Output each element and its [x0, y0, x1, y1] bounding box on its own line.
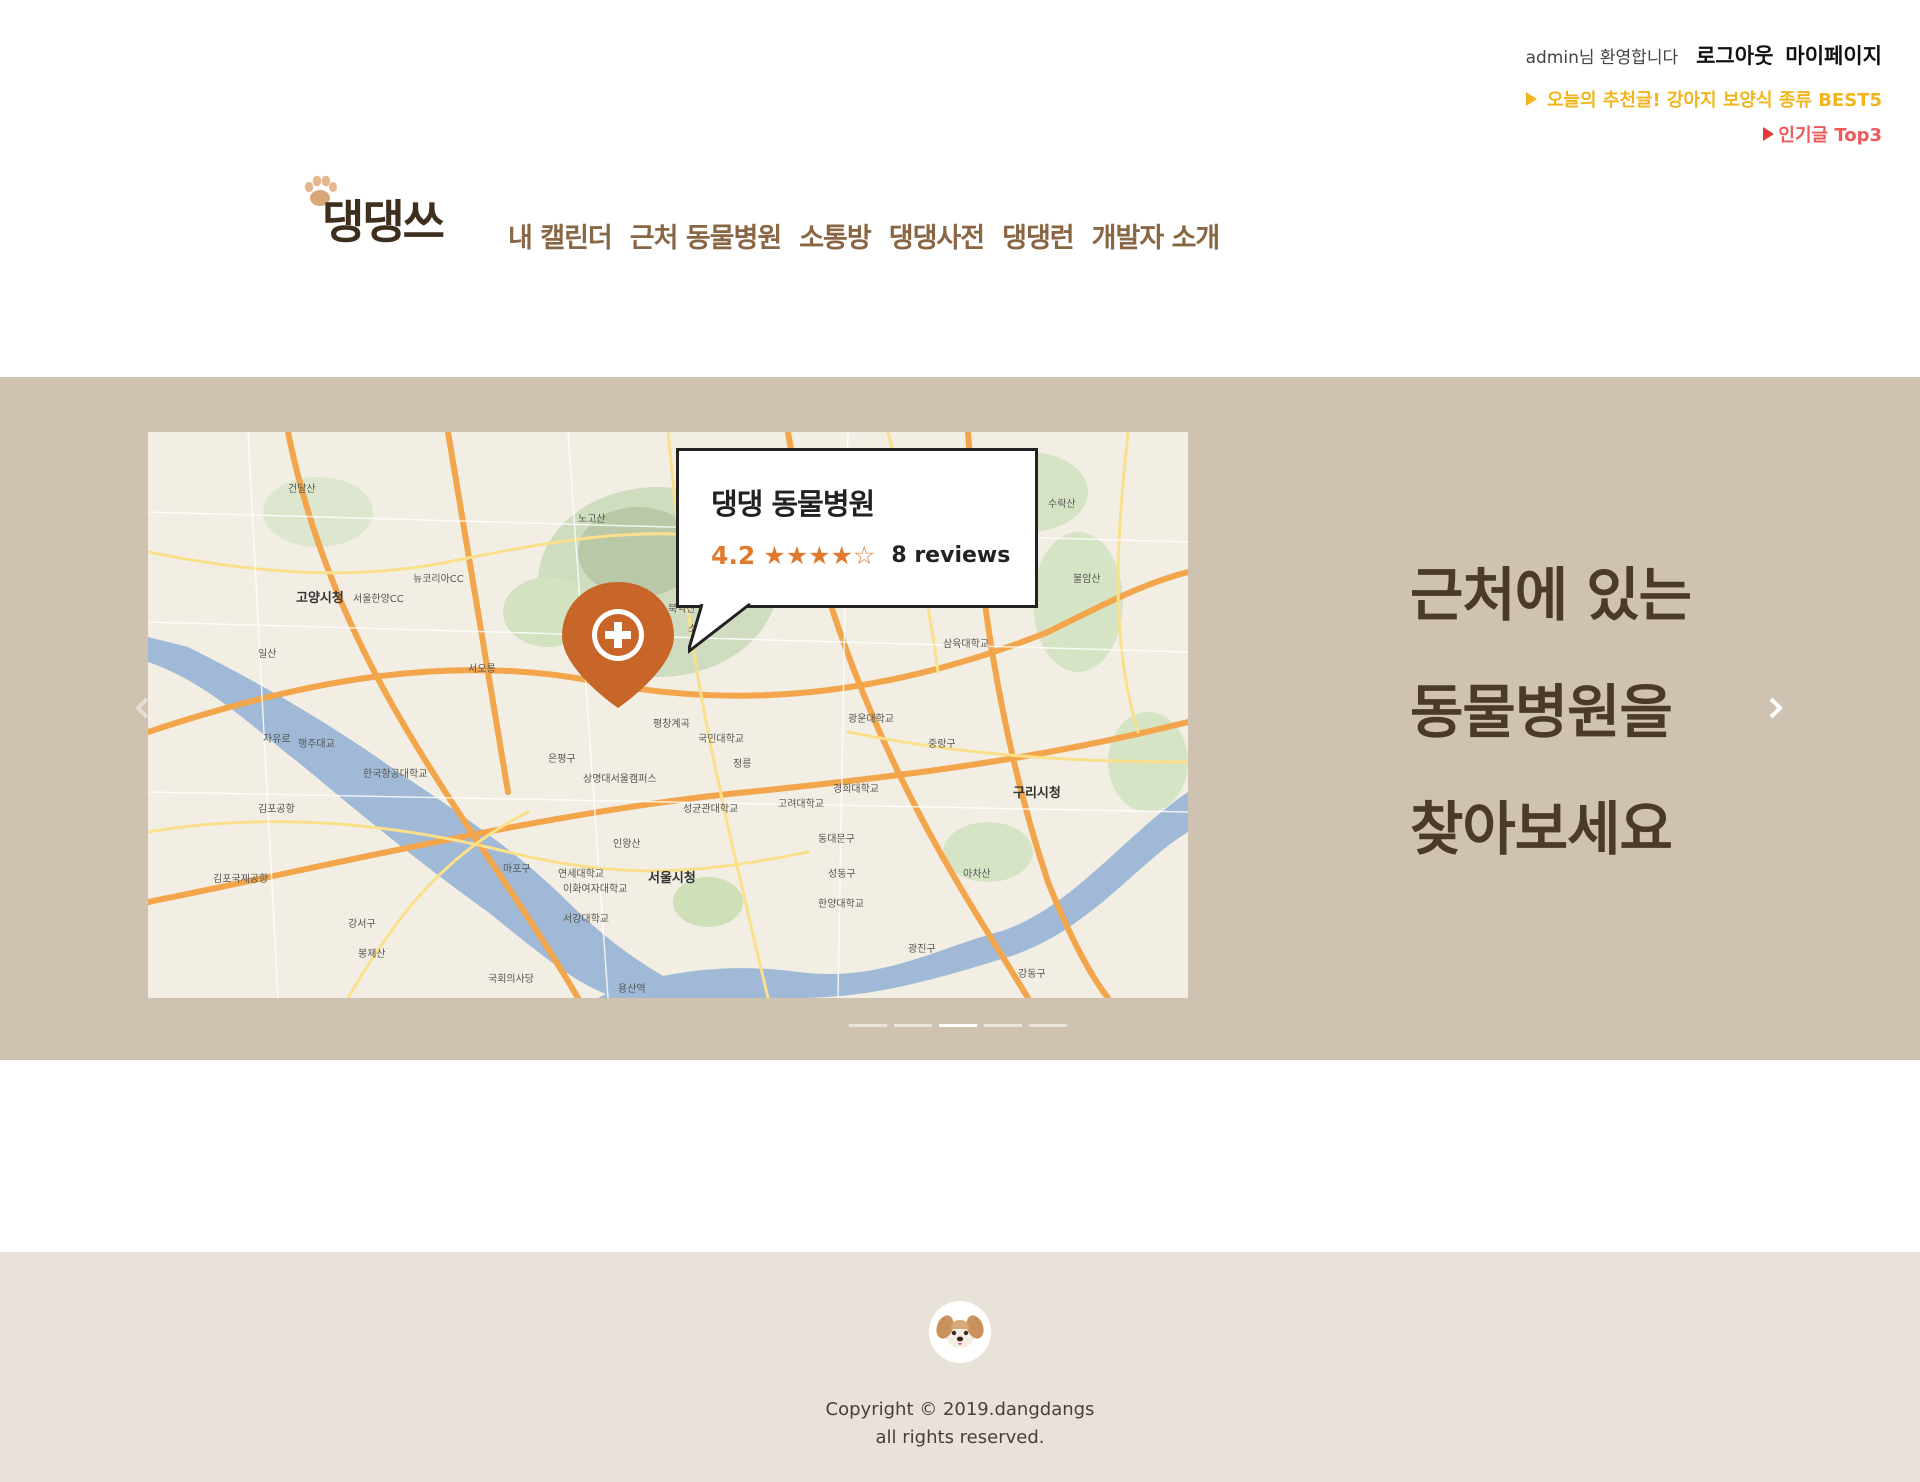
- map-label: 구리시청: [1013, 785, 1061, 801]
- map-label: 아차산: [963, 868, 991, 880]
- slider-indicator-2[interactable]: [894, 1024, 932, 1027]
- mypage-link[interactable]: 마이페이지: [1785, 40, 1882, 70]
- map-label: 상명대서울캠퍼스: [583, 773, 657, 785]
- copyright-line: Copyright © 2019.dangdangs: [825, 1399, 1095, 1420]
- nav-item-dangdang-run[interactable]: 댕댕런: [1002, 216, 1075, 255]
- map-label: 강서구: [348, 918, 376, 930]
- slider-indicator-1[interactable]: [849, 1024, 887, 1027]
- caption-line-1: 근처에 있는: [1410, 561, 1692, 629]
- map-label: 광진구: [908, 943, 936, 955]
- slider-next-button[interactable]: [1762, 695, 1788, 721]
- welcome-text: admin님 환영합니다: [1525, 47, 1679, 68]
- caption-line-2: 동물병원을: [1410, 678, 1673, 746]
- map-label: 서울한양CC: [353, 593, 404, 605]
- map-label: 연세대학교: [558, 868, 604, 880]
- star-rating-icon: ★★★★☆: [763, 541, 876, 570]
- map-label: 광운대학교: [848, 713, 894, 725]
- map-label: 불암산: [1073, 573, 1101, 585]
- map-image: 건달산 노고산 고양시청 뉴코리아CC 서울한양CC 일산 자유로 행주대교 한…: [148, 432, 1188, 998]
- nav-item-dictionary[interactable]: 댕댕사전: [889, 216, 985, 255]
- map-label: 성동구: [828, 868, 856, 880]
- logo-text: 댕댕쓰: [322, 195, 445, 249]
- map-label: 강동구: [1018, 968, 1046, 980]
- map-label: 정릉: [733, 758, 751, 770]
- map-label: 중랑구: [928, 738, 956, 750]
- map-label: 한양대학교: [818, 898, 864, 910]
- dog-face-icon: [929, 1301, 991, 1363]
- rights-line: all rights reserved.: [875, 1427, 1045, 1448]
- review-count: 8 reviews: [891, 543, 1011, 568]
- recommended-post-link[interactable]: 오늘의 추천글! 강아지 보양식 종류 BEST5: [1525, 86, 1882, 112]
- map-label: 김포공항: [258, 803, 295, 815]
- map-label: 자유로: [263, 733, 291, 745]
- map-label: 은평구: [548, 753, 576, 765]
- caption-line-3: 찾아보세요: [1410, 795, 1673, 863]
- popup-tail: [688, 602, 751, 654]
- logout-link[interactable]: 로그아웃: [1696, 40, 1773, 70]
- slider-indicator-5[interactable]: [1029, 1024, 1067, 1027]
- map-label: 고려대학교: [778, 798, 824, 810]
- map-label: 노고산: [578, 513, 606, 525]
- map-label: 고양시청: [296, 590, 344, 606]
- map-label: 마포구: [503, 863, 531, 875]
- map-label: 행주대교: [298, 738, 335, 750]
- map-label: 봉제산: [358, 948, 386, 960]
- map-label: 평창계곡: [653, 718, 690, 730]
- rating-value: 4.2: [711, 541, 756, 570]
- map-label: 한국항공대학교: [363, 768, 427, 780]
- top-utility-bar: admin님 환영합니다 로그아웃 마이페이지 오늘의 추천글! 강아지 보양식…: [1526, 40, 1882, 147]
- hospital-name: 댕댕 동물병원: [711, 487, 875, 521]
- play-triangle-icon: [1763, 127, 1775, 141]
- chevron-right-icon: [1769, 697, 1783, 719]
- map-label: 수락산: [1048, 498, 1076, 510]
- nav-item-developer-intro[interactable]: 개발자 소개: [1092, 216, 1221, 255]
- site-logo[interactable]: 댕댕쓰: [300, 172, 470, 252]
- slider-indicator-4[interactable]: [984, 1024, 1022, 1027]
- map-label: 김포국제공항: [213, 873, 268, 885]
- hero-slider: 건달산 노고산 고양시청 뉴코리아CC 서울한양CC 일산 자유로 행주대교 한…: [0, 377, 1920, 1060]
- map-label: 경희대학교: [833, 782, 879, 795]
- map-label: 동대문구: [818, 833, 855, 845]
- user-row: admin님 환영합니다 로그아웃 마이페이지: [1526, 40, 1882, 70]
- play-triangle-icon: [1525, 92, 1537, 106]
- slider-indicator-3[interactable]: [939, 1024, 977, 1027]
- map-label: 일산: [258, 648, 276, 660]
- map-label: 서울시청: [648, 870, 696, 886]
- map-label: 이화여자대학교: [563, 883, 627, 895]
- map-label: 국민대학교: [698, 733, 744, 745]
- map-label: 서강대학교: [563, 913, 609, 925]
- nav-item-calendar[interactable]: 내 캘린더: [508, 216, 613, 255]
- hospital-info-popup[interactable]: 댕댕 동물병원 4.2 ★★★★☆ 8 reviews: [676, 448, 1038, 608]
- map-label: 뉴코리아CC: [413, 573, 464, 585]
- map-label: 건달산: [288, 483, 316, 495]
- copyright-text: Copyright © 2019.dangdangs all rights re…: [0, 1396, 1920, 1452]
- map-label: 용산역: [618, 983, 646, 995]
- hospital-rating: 4.2 ★★★★☆ 8 reviews: [711, 541, 1010, 570]
- map-label: 삼육대학교: [943, 638, 989, 650]
- map-label: 인왕산: [613, 838, 641, 850]
- site-footer: Copyright © 2019.dangdangs all rights re…: [0, 1252, 1920, 1482]
- slide-caption: 근처에 있는 동물병원을 찾아보세요: [1410, 537, 1692, 888]
- nav-item-community[interactable]: 소통방: [799, 216, 872, 255]
- popular-post-text: 인기글 Top3: [1778, 125, 1882, 146]
- map-label: 국회의사당: [488, 973, 534, 985]
- popular-post-link[interactable]: 인기글 Top3: [1526, 121, 1882, 147]
- slider-indicators: [849, 1024, 1067, 1027]
- map-label: 성균관대학교: [683, 803, 738, 815]
- recommended-post-text: 오늘의 추천글! 강아지 보양식 종류 BEST5: [1546, 90, 1882, 111]
- nav-item-nearby-hospital[interactable]: 근처 동물병원: [630, 216, 782, 255]
- map-label: 서오릉: [468, 663, 496, 675]
- main-nav: 내 캘린더 근처 동물병원 소통방 댕댕사전 댕댕런 개발자 소개: [508, 216, 1221, 255]
